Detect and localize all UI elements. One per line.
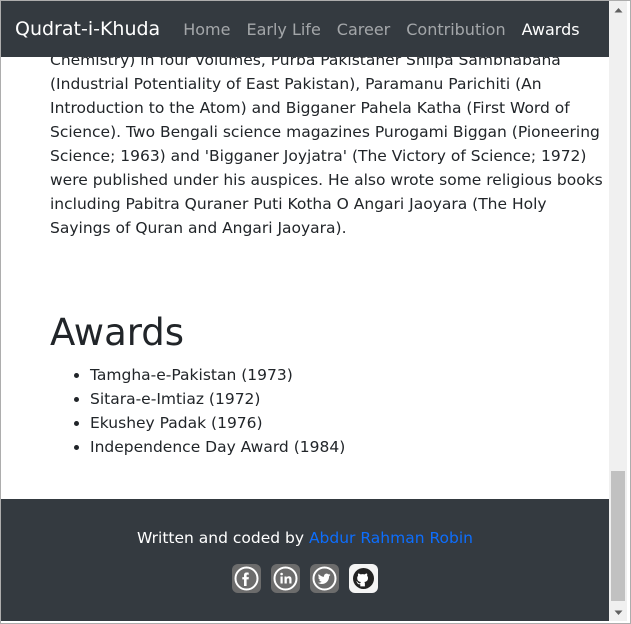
awards-list: Tamgha-e-Pakistan (1973) Sitara-e-Imtiaz… <box>50 363 345 459</box>
awards-heading: Awards <box>50 311 185 354</box>
nav-link-home[interactable]: Home <box>183 20 230 39</box>
paragraph-line: (Industrial Potentiality of East Pakista… <box>50 75 542 93</box>
contribution-section: Chemistry) in four volumes, Purba Pakist… <box>50 48 603 240</box>
nav-link-career[interactable]: Career <box>337 20 390 39</box>
nav-link-early-life[interactable]: Early Life <box>246 20 320 39</box>
twitter-link[interactable] <box>310 564 339 593</box>
nav-link-awards[interactable]: Awards <box>522 20 580 39</box>
paragraph-line: Science). Two Bengali science magazines … <box>50 123 600 141</box>
author-link[interactable]: Abdur Rahman Robin <box>309 529 473 547</box>
linkedin-link[interactable] <box>271 564 300 593</box>
scroll-thumb[interactable] <box>611 471 625 601</box>
twitter-icon <box>312 566 337 591</box>
paragraph-line: Introduction to the Atom) and Bigganer P… <box>50 99 570 117</box>
award-item: Tamgha-e-Pakistan (1973) <box>90 363 345 387</box>
paragraph-line: Sayings of Quran and Angari Jaoyara). <box>50 219 347 237</box>
nav-link-contribution[interactable]: Contribution <box>406 20 505 39</box>
award-item: Independence Day Award (1984) <box>90 435 345 459</box>
brand-logo[interactable]: Qudrat-i-Khuda <box>15 18 160 40</box>
contribution-paragraph: Chemistry) in four volumes, Purba Pakist… <box>50 48 603 240</box>
paragraph-line: including Pabitra Quraner Puti Kotha O A… <box>50 195 547 213</box>
credit-prefix: Written and coded by <box>137 529 305 547</box>
scroll-down-arrow-icon[interactable] <box>609 604 627 621</box>
linkedin-icon <box>273 566 298 591</box>
social-links <box>1 564 609 593</box>
footer-credit: Written and coded by Abdur Rahman Robin <box>1 526 609 550</box>
facebook-link[interactable] <box>232 564 261 593</box>
footer <box>1 499 609 621</box>
award-item: Sitara-e-Imtiaz (1972) <box>90 387 345 411</box>
vertical-scrollbar[interactable] <box>609 1 627 621</box>
paragraph-line: Science; 1963) and 'Bigganer Joyjatra' (… <box>50 147 587 165</box>
paragraph-line: were published under his auspices. He al… <box>50 171 603 189</box>
page-viewport: Chemistry) in four volumes, Purba Pakist… <box>1 1 609 621</box>
award-item: Ekushey Padak (1976) <box>90 411 345 435</box>
navbar: Qudrat-i-Khuda Home Early Life Career Co… <box>1 1 609 57</box>
github-link[interactable] <box>349 564 378 593</box>
github-icon <box>353 568 374 589</box>
scroll-up-arrow-icon[interactable] <box>609 1 627 18</box>
facebook-icon <box>234 566 259 591</box>
